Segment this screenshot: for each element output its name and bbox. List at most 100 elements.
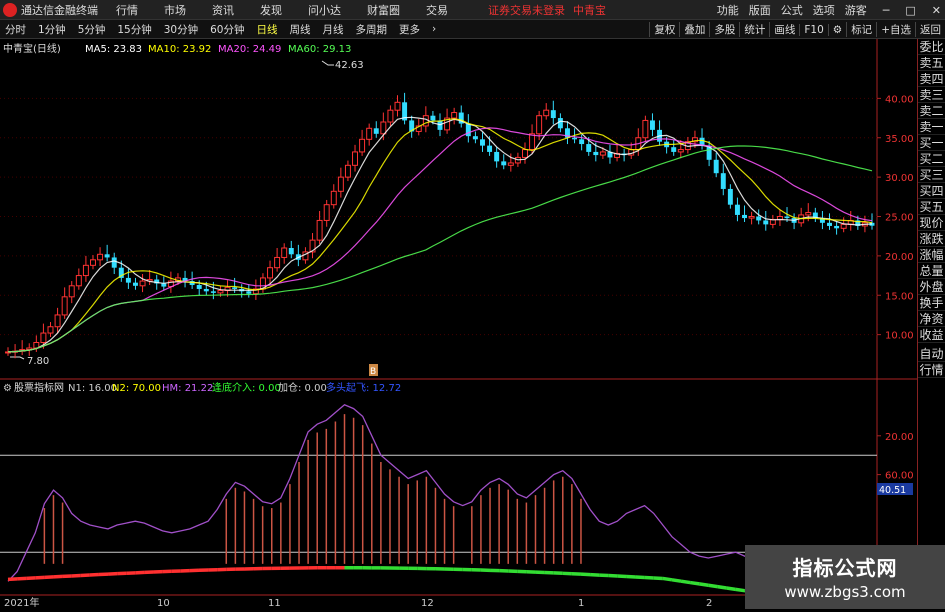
- tool-overlay[interactable]: 叠加: [679, 22, 709, 37]
- side-item-earnings[interactable]: 收益: [918, 327, 945, 343]
- candle-down: [586, 144, 591, 152]
- candles-group: [6, 93, 875, 358]
- stock-name: 中青宝: [573, 2, 606, 18]
- tool-back[interactable]: 返回: [915, 22, 945, 37]
- side-item-volume[interactable]: 总量: [918, 263, 945, 279]
- side-item-net-assets[interactable]: 净资: [918, 311, 945, 327]
- close-icon[interactable]: ✕: [932, 4, 941, 17]
- period-monthly[interactable]: 月线: [323, 22, 344, 37]
- candle-up: [338, 177, 343, 191]
- side-item-bid-ratio[interactable]: 委比: [918, 39, 945, 55]
- candle-down: [579, 139, 584, 144]
- candle-down: [466, 124, 471, 137]
- period-weekly[interactable]: 周线: [290, 22, 311, 37]
- tool-mark[interactable]: 标记: [846, 22, 876, 37]
- period-timeshare[interactable]: 分时: [5, 22, 26, 37]
- low-label: 7.80: [27, 356, 49, 367]
- trend-line-segment: [717, 587, 726, 588]
- low-marker: [10, 357, 24, 359]
- side-item-change[interactable]: 涨跌: [918, 231, 945, 247]
- high-label: 42.63: [335, 60, 364, 71]
- side-item-ask2[interactable]: 卖二: [918, 103, 945, 119]
- side-item-price[interactable]: 现价: [918, 215, 945, 231]
- menu-options[interactable]: 选项: [813, 2, 835, 18]
- period-1min[interactable]: 1分钟: [38, 22, 66, 37]
- tool-adjust[interactable]: 复权: [649, 22, 679, 37]
- candle-down: [105, 254, 110, 257]
- x-tick-2: 2: [706, 598, 712, 609]
- candle-down: [246, 291, 251, 293]
- period-15min[interactable]: 15分钟: [117, 22, 151, 37]
- candle-down: [558, 118, 563, 128]
- side-item-auto[interactable]: 自动: [918, 346, 945, 362]
- side-item-ask5[interactable]: 卖五: [918, 55, 945, 71]
- period-30min[interactable]: 30分钟: [164, 22, 198, 37]
- candle-down: [473, 136, 478, 139]
- tool-draw[interactable]: 画线: [769, 22, 799, 37]
- price-axis: 10.0015.0020.0025.0030.0035.0040.00: [0, 94, 914, 341]
- menu-trade[interactable]: 交易: [426, 2, 448, 18]
- trend-line-segment: [663, 578, 672, 579]
- side-item-ask4[interactable]: 卖四: [918, 71, 945, 87]
- watermark-url: www.zbgs3.com: [745, 583, 945, 601]
- candle-up: [83, 265, 88, 275]
- period-multi[interactable]: 多周期: [356, 22, 388, 37]
- tool-add-watchlist[interactable]: +自选: [876, 22, 915, 37]
- side-item-bid1[interactable]: 买一: [918, 135, 945, 151]
- candle-up: [48, 327, 53, 333]
- tool-multi-stock[interactable]: 多股: [709, 22, 739, 37]
- tool-settings[interactable]: ⚙: [828, 24, 846, 36]
- menu-function[interactable]: 功能: [717, 2, 739, 18]
- tool-f10[interactable]: F10: [799, 24, 827, 36]
- menu-ask[interactable]: 问小达: [308, 2, 341, 18]
- menu-quotes[interactable]: 行情: [116, 2, 138, 18]
- side-item-change-pct[interactable]: 涨幅: [918, 247, 945, 263]
- trend-line-segment: [736, 589, 745, 590]
- menu-formula[interactable]: 公式: [781, 2, 803, 18]
- indicator-gear-icon[interactable]: ⚙: [3, 383, 12, 394]
- menu-layout[interactable]: 版面: [749, 2, 771, 18]
- candle-up: [643, 120, 648, 137]
- maximize-icon[interactable]: □: [905, 4, 915, 17]
- side-item-bid4[interactable]: 买四: [918, 183, 945, 199]
- period-5min[interactable]: 5分钟: [78, 22, 106, 37]
- candle-down: [430, 116, 435, 121]
- candle-down: [742, 215, 747, 218]
- candle-down: [211, 291, 216, 293]
- login-status[interactable]: 证券交易未登录: [488, 2, 565, 18]
- menu-discover[interactable]: 发现: [260, 2, 282, 18]
- period-daily[interactable]: 日线: [257, 22, 278, 37]
- candle-down: [487, 146, 492, 152]
- side-item-bid3[interactable]: 买三: [918, 167, 945, 183]
- period-60min[interactable]: 60分钟: [210, 22, 244, 37]
- kline-chart[interactable]: 中青宝(日线) MA5: 23.83 MA10: 23.92 MA20: 24.…: [0, 39, 917, 609]
- chart-area[interactable]: 中青宝(日线) MA5: 23.83 MA10: 23.92 MA20: 24.…: [0, 39, 917, 609]
- app-title: 通达信金融终端: [21, 2, 98, 18]
- app-logo-icon: [3, 3, 17, 17]
- user-guest[interactable]: 游客: [845, 2, 867, 18]
- ma5-line: [8, 117, 872, 352]
- side-item-outer[interactable]: 外盘: [918, 279, 945, 295]
- indicator-tick-label: 20.00: [885, 432, 914, 443]
- candle-down: [494, 152, 499, 161]
- candle-down: [721, 173, 726, 189]
- candle-up: [508, 163, 513, 165]
- price-tick-label: 40.00: [885, 94, 914, 105]
- chevron-right-icon[interactable]: ›: [432, 23, 436, 35]
- candle-up: [140, 281, 145, 286]
- period-more[interactable]: 更多: [399, 22, 420, 37]
- menu-wealth[interactable]: 财富圈: [367, 2, 400, 18]
- menu-news[interactable]: 资讯: [212, 2, 234, 18]
- tool-stats[interactable]: 统计: [739, 22, 769, 37]
- side-item-turnover[interactable]: 换手: [918, 295, 945, 311]
- ma10-label: MA10: 23.92: [148, 44, 211, 55]
- high-marker: [322, 61, 334, 65]
- side-item-bid5[interactable]: 买五: [918, 199, 945, 215]
- side-item-bid2[interactable]: 买二: [918, 151, 945, 167]
- side-item-quotes[interactable]: 行情: [918, 362, 945, 378]
- side-item-ask1[interactable]: 卖一: [918, 119, 945, 135]
- side-item-ask3[interactable]: 卖三: [918, 87, 945, 103]
- candle-up: [41, 333, 46, 342]
- minimize-icon[interactable]: ─: [883, 4, 890, 17]
- menu-market[interactable]: 市场: [164, 2, 186, 18]
